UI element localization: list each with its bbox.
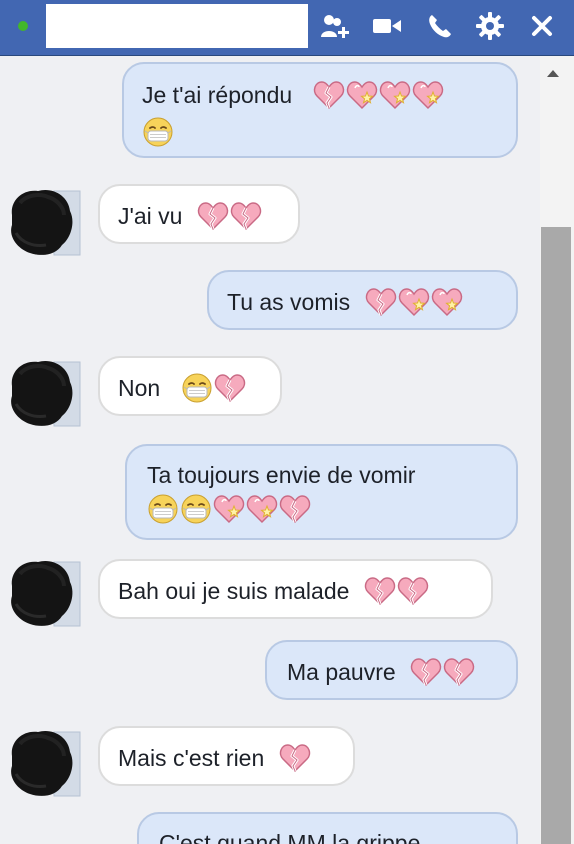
contact-name[interactable] xyxy=(46,4,308,48)
sparkling-heart-icon xyxy=(398,286,430,318)
message-text: Bah oui je suis malade xyxy=(118,577,350,604)
sparkling-heart-icon xyxy=(346,79,378,111)
message-text: Mais c'est rien xyxy=(118,744,265,771)
message-text: Ta toujours envie de vomir xyxy=(147,461,416,488)
message-bubble-incoming: Bah oui je suis malade xyxy=(98,559,493,619)
broken-heart-icon xyxy=(214,372,246,404)
message-bubble-incoming: J'ai vu xyxy=(98,184,300,244)
scroll-up-arrow-icon[interactable] xyxy=(547,70,559,77)
mask-face-icon xyxy=(181,372,213,404)
mask-face-icon xyxy=(147,493,179,525)
chat-header xyxy=(0,0,574,56)
avatar[interactable] xyxy=(6,183,82,257)
avatar[interactable] xyxy=(6,554,82,628)
sparkling-heart-icon xyxy=(412,79,444,111)
broken-heart-icon xyxy=(230,200,262,232)
message-text: C'est quand MM la grippe xyxy=(159,829,421,844)
mask-face-icon xyxy=(180,493,212,525)
message-text: Je t'ai répondu xyxy=(142,81,293,108)
message-bubble-outgoing: C'est quand MM la grippe xyxy=(137,812,518,844)
phone-call-icon[interactable] xyxy=(424,10,456,42)
broken-heart-icon xyxy=(279,742,311,774)
message-text: Non xyxy=(118,374,161,401)
sparkling-heart-icon xyxy=(431,286,463,318)
mask-face-icon xyxy=(142,116,174,148)
message-text: Ma pauvre xyxy=(287,658,396,685)
avatar[interactable] xyxy=(6,724,82,798)
message-text: Tu as vomis xyxy=(227,288,351,315)
scrollbar-thumb[interactable] xyxy=(541,227,571,844)
video-call-icon[interactable] xyxy=(372,10,404,42)
online-status-icon xyxy=(18,21,28,31)
broken-heart-icon xyxy=(410,656,442,688)
message-bubble-outgoing: Je t'ai répondu xyxy=(122,62,518,158)
message-list[interactable]: Je t'ai répondu J'ai vu Tu as vomis Non … xyxy=(0,56,540,844)
sparkling-heart-icon xyxy=(213,493,245,525)
avatar[interactable] xyxy=(6,354,82,428)
sparkling-heart-icon xyxy=(246,493,278,525)
broken-heart-icon xyxy=(397,575,429,607)
broken-heart-icon xyxy=(279,493,311,525)
broken-heart-icon xyxy=(313,79,345,111)
message-bubble-outgoing: Ma pauvre xyxy=(265,640,518,700)
broken-heart-icon xyxy=(364,575,396,607)
close-icon[interactable] xyxy=(526,10,558,42)
sparkling-heart-icon xyxy=(379,79,411,111)
message-bubble-outgoing: Tu as vomis xyxy=(207,270,518,330)
broken-heart-icon xyxy=(197,200,229,232)
message-bubble-incoming: Non xyxy=(98,356,282,416)
message-bubble-incoming: Mais c'est rien xyxy=(98,726,355,786)
message-text: J'ai vu xyxy=(118,202,183,229)
message-bubble-outgoing: Ta toujours envie de vomir xyxy=(125,444,518,540)
broken-heart-icon xyxy=(443,656,475,688)
add-friend-icon[interactable] xyxy=(320,10,352,42)
settings-gear-icon[interactable] xyxy=(474,10,506,42)
broken-heart-icon xyxy=(365,286,397,318)
